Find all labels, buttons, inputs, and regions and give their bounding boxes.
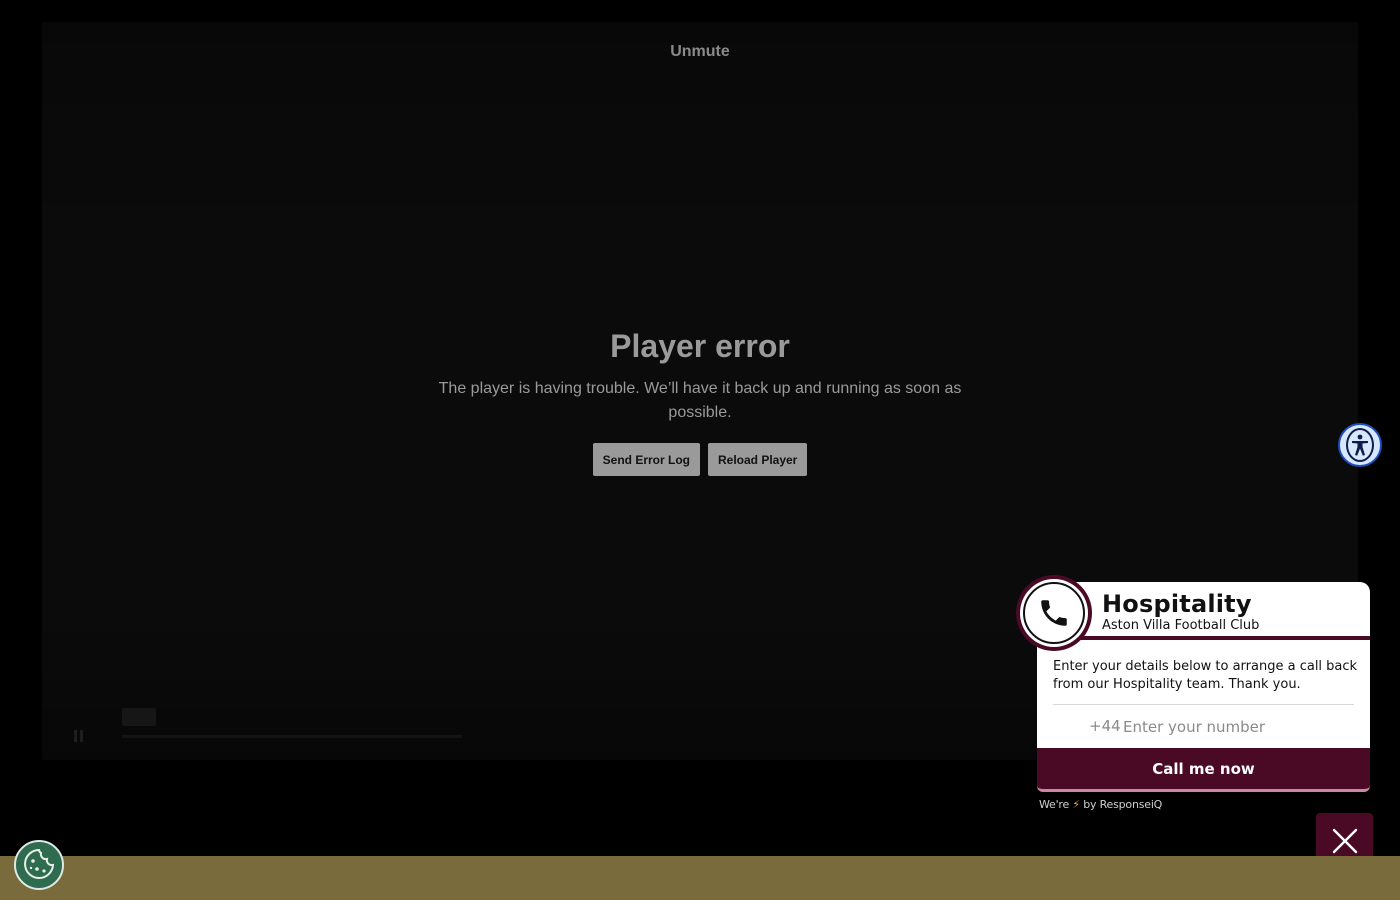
close-icon: [1331, 827, 1359, 858]
callback-widget-title: Hospitality: [1102, 590, 1252, 618]
lightning-bolt-icon: ⚡: [1072, 798, 1080, 811]
phone-badge: [1016, 575, 1092, 651]
player-error-title: Player error: [610, 328, 790, 364]
player-error-message: The player is having trouble. We’ll have…: [438, 380, 962, 421]
call-me-now-button[interactable]: Call me now: [1037, 748, 1370, 792]
cookie-icon: [22, 847, 56, 884]
callback-widget-subtitle: Aston Villa Football Club: [1102, 618, 1260, 633]
powered-by[interactable]: We're ⚡ by ResponseiQ: [1039, 798, 1162, 811]
pause-icon[interactable]: [74, 730, 84, 742]
callback-widget-description: Enter your details below to arrange a ca…: [1053, 659, 1358, 692]
country-code: +44: [1089, 717, 1121, 735]
progress-bar[interactable]: [122, 735, 462, 738]
player-error-panel: Player error The player is having troubl…: [42, 328, 1358, 476]
powered-suffix: by ResponseiQ: [1083, 798, 1163, 811]
send-error-log-button[interactable]: Send Error Log: [592, 443, 700, 476]
powered-prefix: We're: [1039, 798, 1070, 811]
time-badge: [122, 708, 156, 726]
accessibility-icon: [1346, 428, 1374, 462]
phone-number-input[interactable]: [1121, 714, 1355, 740]
footer-bar: [0, 856, 1400, 900]
divider: [1053, 704, 1354, 705]
callback-widget-body: Enter your details below to arrange a ca…: [1037, 640, 1370, 748]
player-error-actions: Send Error Log Reload Player: [42, 443, 1358, 476]
phone-icon: [1023, 582, 1085, 644]
unmute-button[interactable]: Unmute: [650, 42, 750, 62]
cookie-settings-button[interactable]: [14, 840, 64, 890]
phone-badge-ring: [1020, 579, 1088, 647]
reload-player-button[interactable]: Reload Player: [707, 443, 808, 476]
accessibility-button[interactable]: [1338, 423, 1382, 467]
